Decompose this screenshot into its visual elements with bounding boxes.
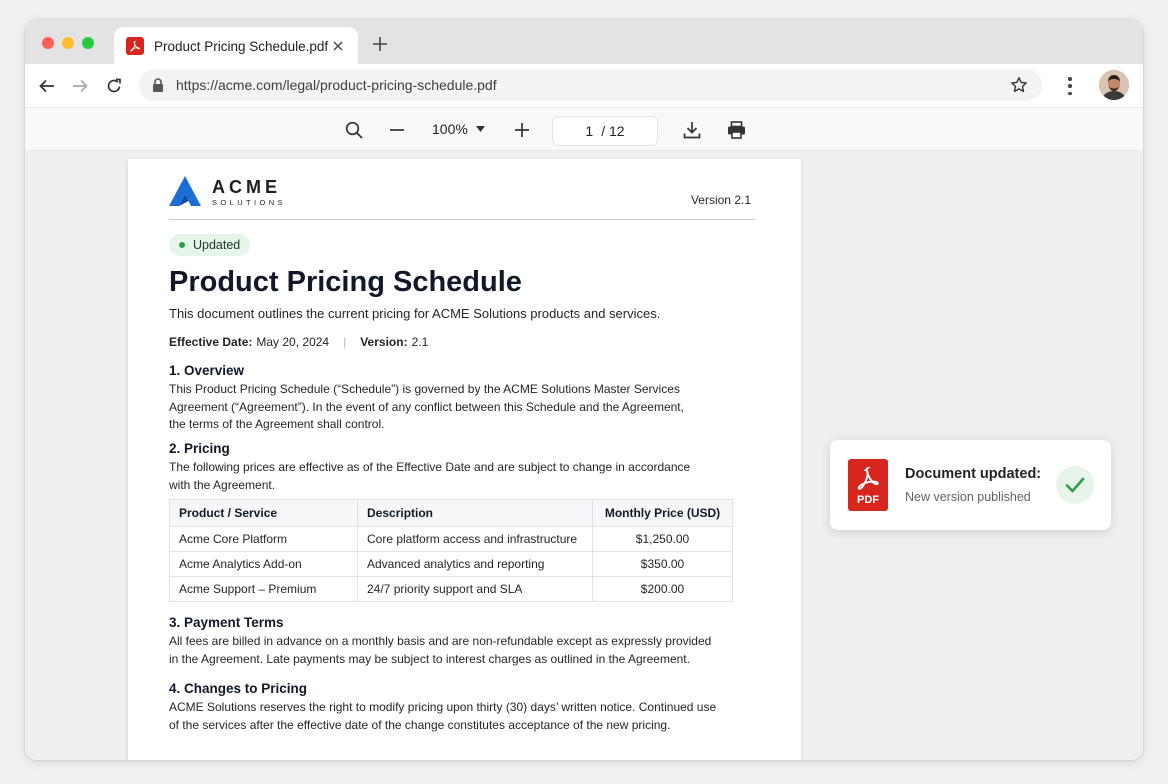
column-header: Monthly Price (USD)	[592, 499, 733, 527]
caret-down-icon	[475, 126, 485, 132]
column-header: Product / Service	[169, 499, 358, 527]
lock-icon	[153, 78, 163, 92]
document-intro: This document outlines the current prici…	[169, 306, 661, 321]
total-pages: / 12	[601, 123, 625, 139]
browser-window: Product Pricing Schedule.pdf https://acm…	[25, 20, 1143, 760]
zoom-in-icon[interactable]	[512, 120, 532, 140]
new-tab-icon[interactable]	[371, 35, 389, 53]
menu-kebab-icon[interactable]	[1063, 77, 1077, 95]
section-heading: 3. Payment Terms	[169, 615, 284, 630]
zoom-out-icon[interactable]	[387, 120, 407, 140]
version-value: 2.1	[411, 335, 429, 349]
section-body: ACME Solutions reserves the right to mod…	[169, 700, 717, 732]
header-version: Version 2.1	[690, 193, 751, 207]
pdf-file-icon: PDF	[848, 459, 888, 511]
table-cell: Core platform access and infrastructure	[357, 526, 593, 552]
document-meta: Effective Date: May 20, 2024 | Version: …	[169, 335, 428, 349]
browser-toolbar: https://acme.com/legal/product-pricing-s…	[25, 64, 1143, 107]
meta-separator: |	[343, 335, 347, 349]
page-number-field[interactable]: 1 / 12	[552, 116, 658, 146]
section-heading: 4. Changes to Pricing	[169, 681, 308, 696]
section-heading: 1. Overview	[169, 363, 245, 378]
tab-active[interactable]: Product Pricing Schedule.pdf	[114, 27, 358, 65]
reload-icon[interactable]	[104, 76, 124, 96]
tab-strip: Product Pricing Schedule.pdf	[25, 20, 1143, 65]
pdf-canvas: ACME SOLUTIONS Version 2.1 Updated Produ…	[25, 151, 1143, 760]
minimize-window-button[interactable]	[62, 37, 74, 49]
table-cell: $350.00	[592, 551, 733, 577]
zoom-level: 100%	[432, 121, 468, 137]
section-body: This Product Pricing Schedule (“Schedule…	[169, 382, 684, 431]
bookmark-star-icon[interactable]	[1010, 76, 1028, 94]
pdf-toolbar: 100% 1 / 12	[25, 107, 1143, 151]
table-cell: $200.00	[592, 576, 733, 602]
document-title: Product Pricing Schedule	[169, 266, 522, 298]
pdf-page: ACME SOLUTIONS Version 2.1 Updated Produ…	[128, 159, 801, 760]
print-icon[interactable]	[726, 120, 746, 140]
table-cell: 24/7 priority support and SLA	[357, 576, 593, 602]
brand-subtitle: SOLUTIONS	[212, 198, 286, 207]
version-label: Version:	[360, 335, 408, 349]
document-updated-toast[interactable]: PDF Document updated: New version publis…	[830, 440, 1111, 530]
acme-logo-icon	[169, 176, 201, 206]
brand-name: ACME	[212, 177, 281, 197]
back-arrow-icon[interactable]	[37, 76, 57, 96]
table-cell: Acme Analytics Add-on	[169, 551, 358, 577]
url-text: https://acme.com/legal/product-pricing-s…	[176, 77, 497, 93]
address-bar[interactable]: https://acme.com/legal/product-pricing-s…	[139, 69, 1042, 101]
section-body: The following prices are effective as of…	[169, 460, 691, 492]
close-tab-icon[interactable]	[330, 38, 346, 54]
close-window-button[interactable]	[42, 37, 54, 49]
toast-subtitle: New version published	[905, 490, 1031, 504]
effective-date-value: May 20, 2024	[256, 335, 330, 349]
section-body: All fees are billed in advance on a mont…	[169, 634, 712, 666]
tab-title: Product Pricing Schedule.pdf	[154, 38, 329, 54]
table-header-row: Product / Service Description Monthly Pr…	[169, 499, 733, 527]
table-cell: Acme Core Platform	[169, 526, 358, 552]
maximize-window-button[interactable]	[82, 37, 94, 49]
table-row: Acme Analytics Add-on Advanced analytics…	[169, 551, 733, 577]
checkmark-icon	[1056, 466, 1094, 504]
table-row: Acme Core Platform Core platform access …	[169, 526, 733, 552]
column-header: Description	[357, 499, 593, 527]
header-divider	[169, 219, 755, 220]
search-icon[interactable]	[344, 120, 364, 140]
current-page[interactable]: 1	[585, 123, 593, 139]
pricing-table: Product / Service Description Monthly Pr…	[169, 499, 733, 602]
download-icon[interactable]	[682, 120, 702, 140]
status-badge: Updated	[169, 234, 251, 256]
avatar[interactable]	[1099, 70, 1129, 100]
effective-date-label: Effective Date:	[169, 335, 253, 349]
table-row: Acme Support – Premium 24/7 priority sup…	[169, 576, 733, 602]
pdf-icon	[126, 37, 144, 55]
section-heading: 2. Pricing	[169, 441, 230, 456]
table-cell: Advanced analytics and reporting	[357, 551, 593, 577]
table-cell: Acme Support – Premium	[169, 576, 358, 602]
toast-title: Document updated:	[905, 466, 1042, 482]
forward-arrow-icon[interactable]	[70, 76, 90, 96]
pdf-label: PDF	[857, 494, 879, 506]
zoom-select[interactable]: 100%	[432, 121, 485, 137]
table-cell: $1,250.00	[592, 526, 733, 552]
